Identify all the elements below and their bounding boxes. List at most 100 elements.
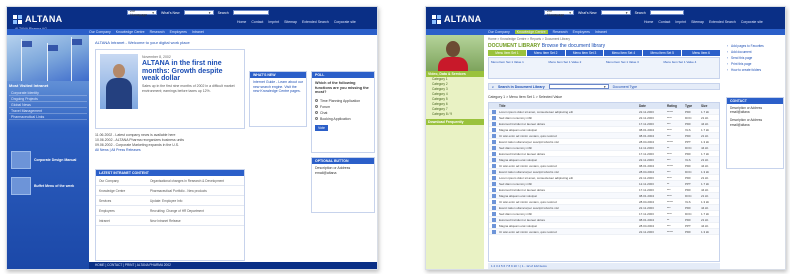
poll-option[interactable]: Booking Application <box>312 116 374 122</box>
table-row[interactable]: Intranet New Intranet Release <box>96 216 244 226</box>
news-more-link[interactable]: All News | All Press Releases <box>95 148 245 153</box>
pagination[interactable]: 1 2 3 4 5 6 7 8 9 10 > | 1 - 12 of 122 i… <box>488 263 720 269</box>
left-footer-link[interactable]: Download Frequently <box>426 119 484 125</box>
table-row[interactable]: Services Update: Employee Info <box>96 196 244 206</box>
whats-new-select[interactable]: ▾ <box>183 10 214 15</box>
subnav-employees[interactable]: Employees <box>573 30 590 34</box>
doc-title[interactable]: Exerci tation ullamcorper suscipit lobor… <box>489 139 639 144</box>
optional-text[interactable]: Description or Address email@altana <box>312 164 374 177</box>
subnav-our-company[interactable]: Our Company <box>488 30 510 34</box>
doc-title[interactable]: Euismod tincidunt ut laoreet dolore <box>489 187 639 192</box>
doc-title[interactable]: Ut wisi enim ad minim veniam, quis nostr… <box>489 229 639 234</box>
table-row[interactable]: Employees Recruiting: Change of HR Depart… <box>96 206 244 216</box>
buffet-menu-promo[interactable]: Buffet Menu of the week <box>11 175 85 197</box>
doc-title[interactable]: Lorem ipsum dolor sit amet, consectetuer… <box>489 109 639 114</box>
nav-sitemap[interactable]: Sitemap <box>284 20 297 24</box>
subnav-employees[interactable]: Employees <box>170 30 187 34</box>
tab-set-3[interactable]: Menu Item Set 3 <box>565 50 604 56</box>
contact-entry[interactable]: Description or Address email@altana <box>727 116 783 128</box>
nav-home[interactable]: Home <box>644 20 653 24</box>
doc-title[interactable]: Euismod tincidunt ut laoreet dolore <box>489 151 639 156</box>
doc-title[interactable]: Lorem ipsum dolor sit amet, consectetuer… <box>489 175 639 180</box>
menu-value[interactable]: Menu Item Set 1 Value 3 <box>604 58 662 78</box>
doc-title[interactable]: Magna aliquam erat volutpat <box>489 193 639 198</box>
search-input[interactable] <box>232 10 269 15</box>
menu-value[interactable]: Menu Item Set 1 Value 2 <box>547 58 605 78</box>
tab-set-6[interactable]: Menu Item 6 <box>682 50 720 56</box>
left-nav-item[interactable]: Category 8 / 9 <box>426 112 484 117</box>
nav-extended-search[interactable]: Extended Search <box>709 20 736 24</box>
doc-title[interactable]: Ut wisi enim ad minim veniam, quis nostr… <box>489 199 639 204</box>
col-date[interactable]: Date <box>639 104 667 108</box>
table-row[interactable]: Ut wisi enim ad minim veniam, quis nostr… <box>489 229 719 235</box>
table-row[interactable]: Our Company Organisational changes in Res… <box>96 176 244 186</box>
subnav-knowledge[interactable]: Knowledge Centre <box>514 30 548 34</box>
doc-title[interactable]: Ut wisi enim ad minim veniam, quis nostr… <box>489 163 639 168</box>
whats-new-link[interactable]: What's New <box>578 11 597 15</box>
radio-icon[interactable] <box>315 99 318 102</box>
col-type[interactable]: Type <box>685 104 701 108</box>
nav-extended-search[interactable]: Extended Search <box>302 20 329 24</box>
doc-title[interactable]: Exerci tation ullamcorper suscipit lobor… <box>489 169 639 174</box>
nav-home[interactable]: Home <box>237 20 246 24</box>
subnav-intranet[interactable]: Intranet <box>192 30 204 34</box>
subnav-research[interactable]: Research <box>553 30 568 34</box>
design-manual-promo[interactable]: Corporate Design Manual <box>11 149 85 171</box>
homepage-select[interactable]: Zur Homepage ▾ <box>127 9 157 17</box>
whats-new-select[interactable]: ▾ <box>600 10 631 15</box>
nav-corporate[interactable]: Corporate site <box>741 20 763 24</box>
nav-corporate[interactable]: Corporate site <box>334 20 356 24</box>
nav-imprint[interactable]: Imprint <box>675 20 686 24</box>
col-rating[interactable]: Rating <box>667 104 685 108</box>
subnav-our-company[interactable]: Our Company <box>89 30 111 34</box>
radio-icon[interactable] <box>315 117 318 120</box>
col-size[interactable]: Size <box>701 104 719 108</box>
doc-title[interactable]: Magna aliquam erat volutpat <box>489 127 639 132</box>
doc-title[interactable]: Magna aliquam erat volutpat <box>489 157 639 162</box>
table-row[interactable]: Knowledge Centre Pharmaceutical Portfolio… <box>96 186 244 196</box>
doc-title[interactable]: Ut wisi enim ad minim veniam, quis nostr… <box>489 133 639 138</box>
tab-set-5[interactable]: Menu Item Set 5 <box>643 50 682 56</box>
contact-entry[interactable]: Description or Address email@altana <box>727 104 783 116</box>
search-input[interactable] <box>649 10 684 15</box>
nav-sitemap[interactable]: Sitemap <box>691 20 704 24</box>
menu-value[interactable]: Menu Item Set 1 Value 4 <box>662 58 720 78</box>
subnav-intranet[interactable]: Intranet <box>595 30 607 34</box>
doc-title[interactable]: Sed diam nonummy nibh <box>489 115 639 120</box>
vote-button[interactable]: Vote <box>315 124 329 131</box>
breadcrumb[interactable]: Home > Knowledge Centre > Reports > Docu… <box>488 37 570 41</box>
whats-new-text[interactable]: Internet Guide - Learn about our new sea… <box>250 78 306 96</box>
feature-headline[interactable]: ALTANA in the first nine months: Growth … <box>142 60 240 83</box>
nav-contact[interactable]: Contact <box>251 20 263 24</box>
col-title[interactable]: Title <box>489 104 639 108</box>
altana-logo[interactable]: ALTANA <box>432 13 481 25</box>
tab-set-4[interactable]: Menu Item Set 4 <box>604 50 643 56</box>
search-link[interactable]: Search <box>635 11 646 15</box>
doc-title[interactable]: Sed diam nonummy nibh <box>489 211 639 216</box>
doc-title[interactable]: Exerci tation ullamcorper suscipit lobor… <box>489 205 639 210</box>
doc-title[interactable]: Euismod tincidunt ut laoreet dolore <box>489 121 639 126</box>
nav-contact[interactable]: Contact <box>658 20 670 24</box>
doc-title[interactable]: Sed diam nonummy nibh <box>489 181 639 186</box>
altana-logo[interactable]: ALTANA <box>13 13 62 25</box>
radio-icon[interactable] <box>315 105 318 108</box>
doc-title[interactable]: Sed diam nonummy nibh <box>489 145 639 150</box>
homepage-select[interactable]: Zur Homepage ▾ <box>544 9 574 17</box>
subnav-research[interactable]: Research <box>150 30 165 34</box>
tab-set-2[interactable]: Menu Item Set 2 <box>526 50 565 56</box>
tab-set-1[interactable]: Menu Item Set 1 <box>488 50 526 56</box>
doc-title[interactable]: Euismod tincidunt ut laoreet dolore <box>489 217 639 222</box>
radio-icon[interactable] <box>315 111 318 114</box>
menu-value[interactable]: Menu Item Set 1 Value 1 <box>489 58 547 78</box>
library-search-input[interactable]: ▾ <box>548 84 609 89</box>
search-link[interactable]: Search <box>218 11 229 15</box>
doc-type-label[interactable]: Document Type <box>613 85 637 89</box>
left-nav-item[interactable]: Pharmaceutical Links <box>9 114 87 120</box>
nav-imprint[interactable]: Imprint <box>268 20 279 24</box>
whats-new-link[interactable]: What's New <box>161 11 180 15</box>
footer[interactable]: HOME | CONTACT | PRINT | ALTANA PHARMA 2… <box>89 262 377 269</box>
feature-story[interactable]: November 8, 2002 ALTANA in the first nin… <box>95 49 245 129</box>
doc-title[interactable]: Magna aliquam erat volutpat <box>489 223 639 228</box>
create-folders-link[interactable]: How to create folders <box>726 67 784 73</box>
subnav-knowledge[interactable]: Knowledge Centre <box>116 30 145 34</box>
